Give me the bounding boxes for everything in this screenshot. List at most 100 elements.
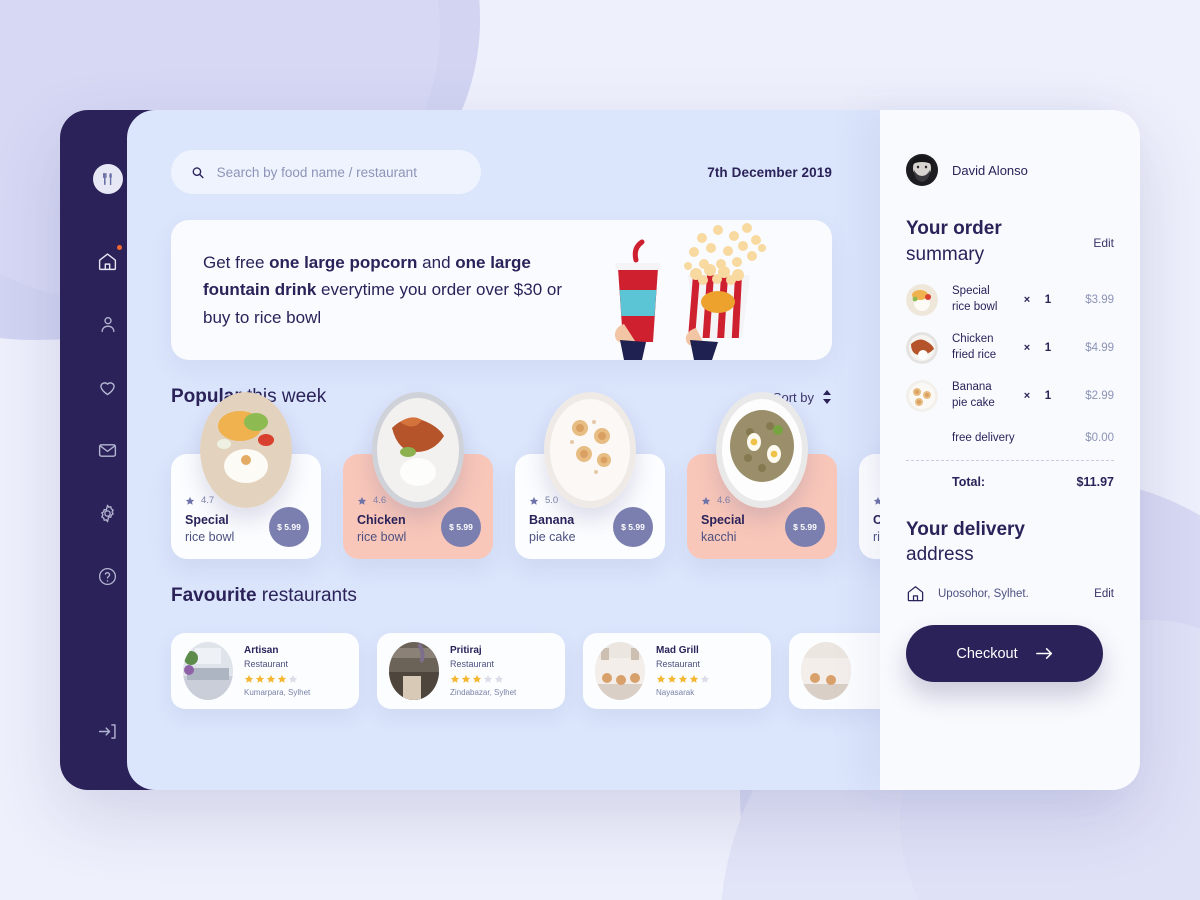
- order-item-qty: 1: [1044, 293, 1052, 306]
- order-item-name-line1: Chicken: [952, 332, 994, 345]
- promo-bold1: one large popcorn: [269, 252, 418, 272]
- search-bar[interactable]: [171, 150, 481, 194]
- order-item-multiply: ×: [1023, 293, 1031, 306]
- order-item-name-line1: Special: [952, 284, 990, 297]
- delivery-address-title-bold: Your delivery: [906, 518, 1025, 540]
- food-meta: 4.7 Special rice bowl: [185, 495, 234, 545]
- restaurant-type: Restaurant: [656, 658, 701, 669]
- restaurant-photo: [801, 642, 851, 700]
- edit-order-button[interactable]: Edit: [1093, 236, 1114, 250]
- food-price-badge[interactable]: $ 5.99: [269, 507, 309, 547]
- food-card[interactable]: 4.6 Special kacchi $ 5.99: [687, 392, 837, 559]
- restaurant-info: Artisan Restaurant Kumarpara, Sylhet: [244, 643, 310, 700]
- restaurant-card[interactable]: [789, 633, 880, 709]
- search-icon: [192, 166, 204, 178]
- promo-text: Get free one large popcorn and one large…: [171, 249, 591, 332]
- promo-part1: Get free: [203, 252, 270, 272]
- order-item: Banana pie cake × 1 $2.99: [906, 379, 1114, 412]
- sidebar-item-home[interactable]: [85, 238, 131, 284]
- promo-part2: and: [417, 252, 456, 272]
- restaurant-photo: [389, 642, 439, 700]
- favourites-title-bold: Favourite: [171, 585, 257, 606]
- food-name-bold: Special: [701, 513, 745, 527]
- sidebar-item-messages[interactable]: [85, 427, 131, 473]
- restaurant-card[interactable]: Pritiraj Restaurant Zindabazar, Sylhet: [377, 633, 565, 709]
- food-name-rest: rice bowl: [873, 529, 880, 544]
- edit-address-button[interactable]: Edit: [1094, 588, 1114, 600]
- sidebar-item-settings[interactable]: [85, 490, 131, 536]
- food-name: Special kacchi: [701, 512, 745, 545]
- star-icon: [185, 496, 195, 505]
- sidebar-item-help[interactable]: [85, 553, 131, 599]
- order-summary-title-rest: summary: [906, 243, 985, 265]
- star-icon: [357, 496, 367, 505]
- order-summary-header: Your order summary Edit: [906, 216, 1114, 268]
- fork-knife-logo-icon[interactable]: [92, 164, 123, 194]
- delivery-fee-price: $0.00: [1085, 431, 1114, 444]
- restaurant-stars: [450, 674, 516, 684]
- order-item-multiply: ×: [1023, 389, 1031, 402]
- popular-food-list: 4.7 Special rice bowl $ 5.99 4.6 Chicken…: [171, 392, 880, 559]
- food-rating-value: 4.7: [201, 495, 215, 506]
- sidebar-item-favourites[interactable]: [85, 364, 131, 410]
- restaurant-type: Restaurant: [450, 658, 495, 669]
- delivery-fee-row: free delivery $0.00: [906, 432, 1114, 444]
- restaurant-info: Mad Grill Restaurant Nayasarak: [656, 643, 710, 700]
- food-rating: 4.5: [873, 495, 880, 506]
- sort-updown-icon: [823, 390, 831, 404]
- food-card[interactable]: 5.0 Banana pie cake $ 5.99: [515, 392, 665, 559]
- food-price-badge[interactable]: $ 5.99: [613, 507, 653, 547]
- order-item-qty: 1: [1044, 389, 1052, 402]
- star-icon: [701, 496, 711, 505]
- restaurant-location: Nayasarak: [656, 688, 695, 698]
- delivery-fee-label: free delivery: [952, 431, 1015, 444]
- order-total-row: Total: $11.97: [906, 475, 1114, 489]
- food-meta: 4.6 Chicken rice bowl: [357, 495, 406, 545]
- star-icon: [529, 496, 539, 505]
- food-name: Chicken rice bowl: [873, 512, 880, 545]
- restaurant-photo: [595, 642, 645, 700]
- food-card[interactable]: 4.5 Chicken rice bowl $ 5.99: [859, 454, 880, 559]
- food-name-bold: Banana: [529, 513, 575, 527]
- order-item: Chicken fried rice × 1 $4.99: [906, 331, 1114, 364]
- restaurant-card[interactable]: Mad Grill Restaurant Nayasarak: [583, 633, 771, 709]
- food-rating-value: 5.0: [545, 495, 559, 506]
- restaurant-stars: [244, 674, 310, 684]
- food-image: [200, 392, 292, 508]
- food-name: Banana pie cake: [529, 512, 576, 545]
- logout-icon[interactable]: [85, 708, 131, 754]
- sidebar-item-profile[interactable]: [85, 301, 131, 347]
- order-panel: David Alonso Your order summary Edit Spec…: [880, 110, 1140, 790]
- delivery-address-title: Your delivery address: [906, 517, 1114, 569]
- user-row[interactable]: David Alonso: [906, 154, 1114, 186]
- favourite-restaurants-list: Artisan Restaurant Kumarpara, Sylhet Pri…: [171, 633, 880, 709]
- checkout-label: Checkout: [956, 645, 1018, 662]
- food-meta: 4.5 Chicken rice bowl: [873, 495, 880, 545]
- app-window: 7th December 2019 Get free one large pop…: [60, 110, 1140, 790]
- restaurant-location: Kumarpara, Sylhet: [244, 688, 311, 698]
- order-summary-title: Your order summary: [906, 216, 1002, 268]
- order-item-thumb: [906, 379, 938, 412]
- food-price-badge[interactable]: $ 5.99: [785, 507, 825, 547]
- food-card[interactable]: 4.7 Special rice bowl $ 5.99: [171, 392, 321, 559]
- food-card[interactable]: 4.6 Chicken rice bowl $ 5.99: [343, 392, 493, 559]
- food-name-rest: pie cake: [529, 529, 576, 544]
- favourites-title: Favourite restaurants: [171, 585, 357, 607]
- restaurant-name: Artisan: [244, 644, 279, 656]
- order-item-qty: 1: [1044, 341, 1052, 354]
- food-price-badge[interactable]: $ 5.99: [441, 507, 481, 547]
- order-item-name-line2: rice bowl: [952, 300, 998, 313]
- restaurant-photo: [183, 642, 233, 700]
- food-rating: 4.6: [701, 495, 745, 506]
- checkout-button[interactable]: Checkout: [906, 625, 1103, 683]
- star-icon: [873, 496, 880, 505]
- order-total-label: Total:: [952, 474, 986, 489]
- order-item-price: $2.99: [1085, 389, 1114, 402]
- food-image: [716, 392, 808, 508]
- food-name-bold: Chicken: [873, 513, 880, 527]
- order-item-name-line2: pie cake: [952, 396, 995, 409]
- food-rating-value: 4.6: [717, 495, 731, 506]
- search-input[interactable]: [216, 164, 461, 180]
- food-name-bold: Chicken: [357, 513, 406, 527]
- restaurant-card[interactable]: Artisan Restaurant Kumarpara, Sylhet: [171, 633, 359, 709]
